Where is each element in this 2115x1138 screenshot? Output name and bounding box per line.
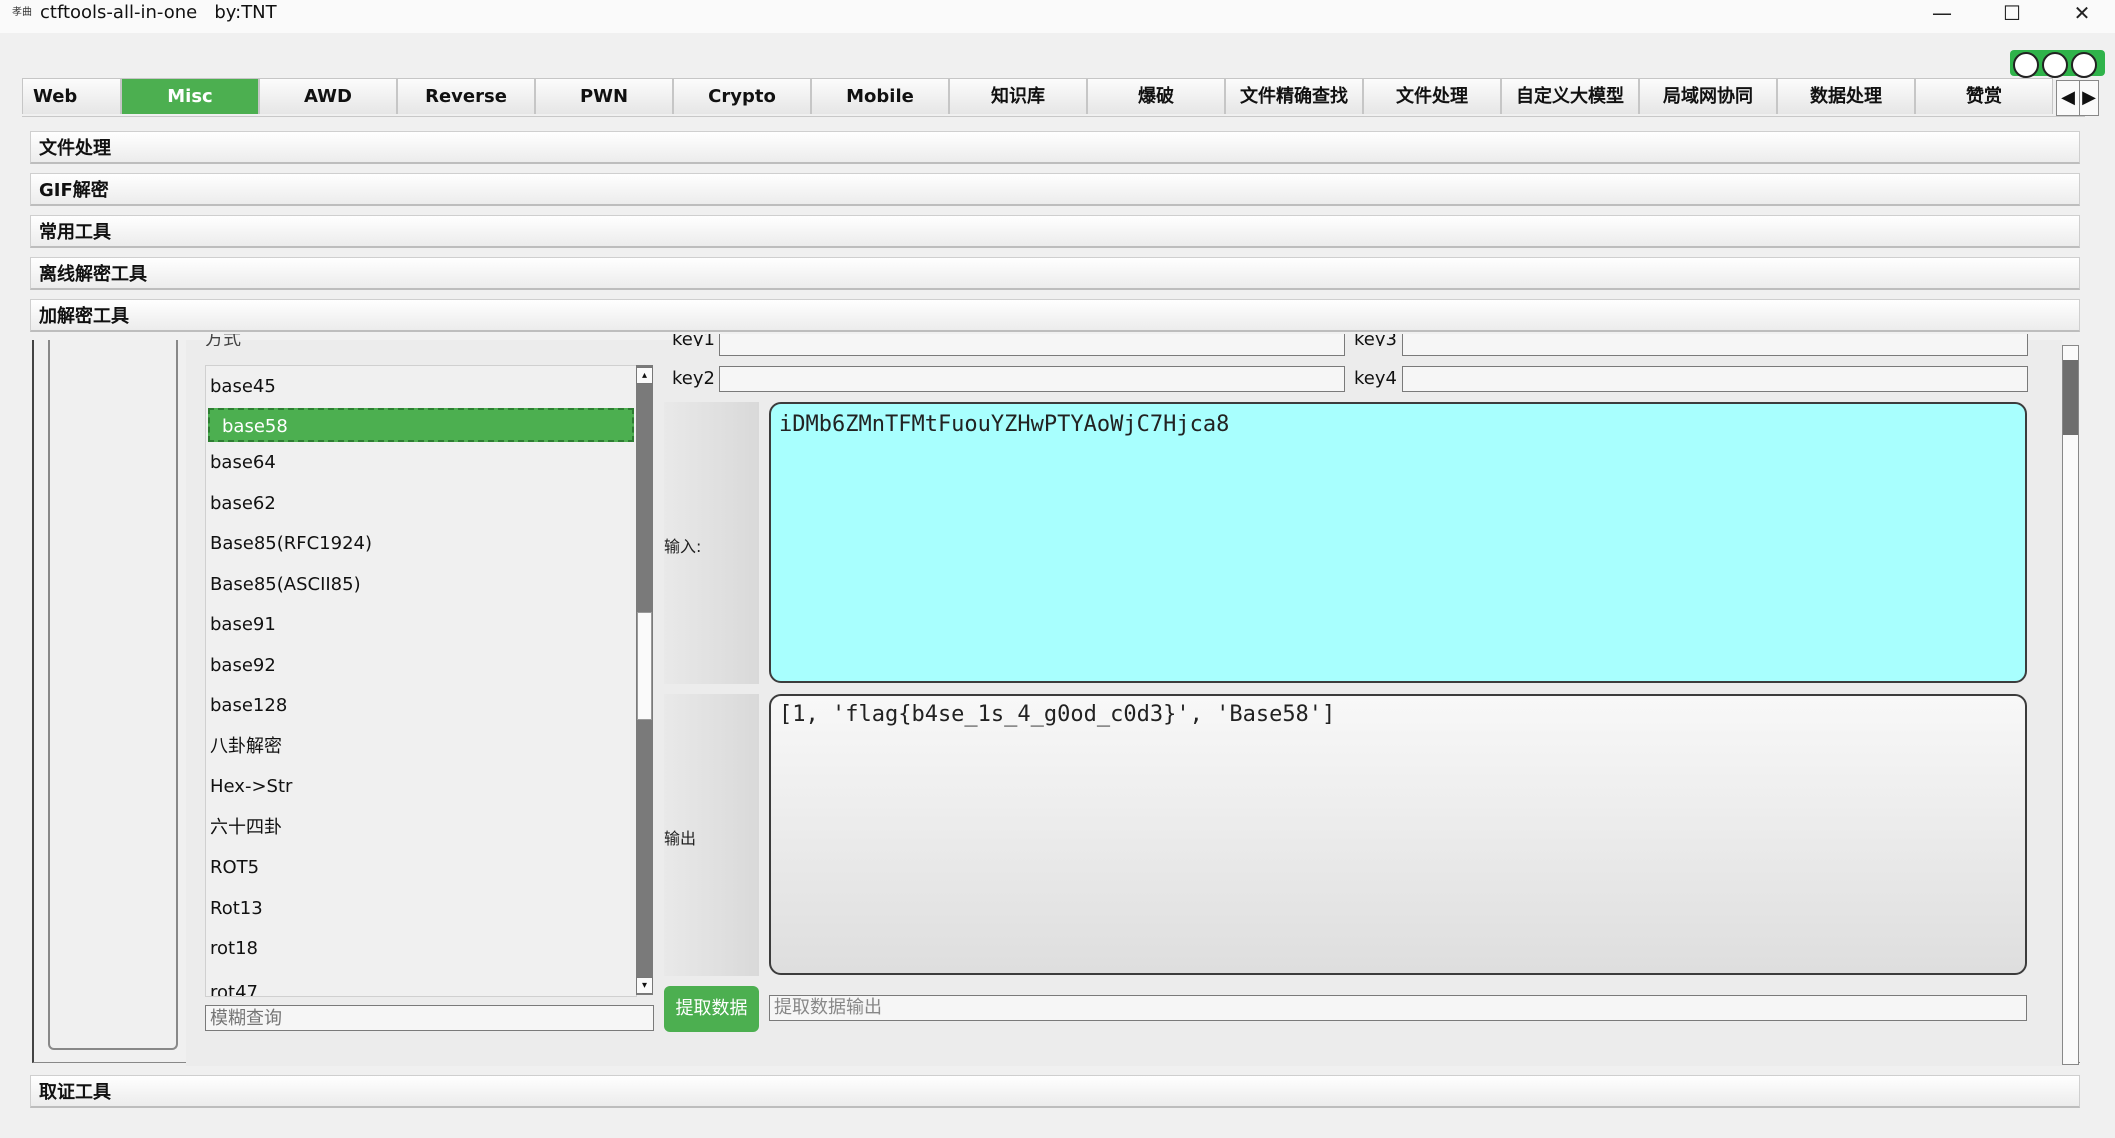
list-item[interactable]: base64 <box>210 446 630 480</box>
tab-data-processing[interactable]: 数据处理 <box>1777 78 1915 114</box>
section-forensics[interactable]: 取证工具 <box>30 1075 2080 1108</box>
fuzzy-search-input[interactable] <box>205 1005 654 1031</box>
key4-label: key4 <box>1354 368 1397 389</box>
key2-label: key2 <box>672 368 715 389</box>
key1-input[interactable] <box>719 334 1345 356</box>
circle-icon[interactable] <box>2013 52 2039 78</box>
list-item[interactable]: base128 <box>210 689 630 723</box>
input-label: 输入: <box>664 537 702 556</box>
tab-custom-llm[interactable]: 自定义大模型 <box>1501 78 1639 114</box>
list-item[interactable]: Base85(ASCII85) <box>210 568 630 602</box>
input-textarea[interactable]: iDMb6ZMnTFMtFuouYZHwPTYAoWjC7Hjca8 <box>769 402 2027 683</box>
list-item[interactable]: 八卦解密 <box>210 730 630 764</box>
list-item[interactable]: rot18 <box>210 932 630 966</box>
section-common-tools[interactable]: 常用工具 <box>30 215 2080 248</box>
tab-file-search[interactable]: 文件精确查找 <box>1225 78 1363 114</box>
method-label: 方式 <box>205 334 241 346</box>
tab-knowledge-base[interactable]: 知识库 <box>949 78 1087 114</box>
key3-input[interactable] <box>1402 334 2028 356</box>
list-item[interactable]: Hex->Str <box>210 770 630 804</box>
section-encrypt-decrypt[interactable]: 加解密工具 <box>30 299 2080 332</box>
tab-lan-collab[interactable]: 局域网协同 <box>1639 78 1777 114</box>
minimize-button[interactable]: — <box>1915 0 1969 26</box>
scroll-up-icon[interactable]: ▴ <box>636 367 653 384</box>
main-tab-bar: Web Misc AWD Reverse PWN Crypto Mobile 知… <box>22 78 2085 117</box>
circle-icon[interactable] <box>2071 52 2097 78</box>
section-offline-decrypt[interactable]: 离线解密工具 <box>30 257 2080 290</box>
title-bar <box>0 0 2115 33</box>
tab-scroll-left-icon[interactable]: ◀ <box>2056 80 2080 116</box>
tab-mobile[interactable]: Mobile <box>811 78 949 114</box>
list-item[interactable]: ROT5 <box>210 851 630 885</box>
app-icon: 孝曲 <box>12 7 32 18</box>
list-item[interactable]: Base85(RFC1924) <box>210 527 630 561</box>
panel-scrollbar[interactable] <box>2062 345 2079 1065</box>
list-item[interactable]: Rot13 <box>210 892 630 926</box>
tab-file-processing[interactable]: 文件处理 <box>1363 78 1501 114</box>
key4-input[interactable] <box>1402 366 2028 392</box>
list-item[interactable]: 六十四卦 <box>210 811 630 845</box>
circle-icon[interactable] <box>2042 52 2068 78</box>
tab-awd[interactable]: AWD <box>259 78 397 114</box>
close-button[interactable]: ✕ <box>2055 0 2109 26</box>
list-item[interactable]: base91 <box>210 608 630 642</box>
scrollbar-thumb[interactable] <box>2063 360 2078 435</box>
list-item[interactable]: base92 <box>210 649 630 683</box>
method-list[interactable]: base45 base58 base64 base62 Base85(RFC19… <box>205 365 637 997</box>
tab-web[interactable]: Web <box>22 78 121 114</box>
left-sidebar-frame <box>48 340 178 1050</box>
list-item[interactable]: base62 <box>210 487 630 521</box>
list-item[interactable]: base45 <box>210 370 630 404</box>
tab-reverse[interactable]: Reverse <box>397 78 535 114</box>
maximize-button[interactable]: ☐ <box>1985 0 2039 26</box>
tab-bruteforce[interactable]: 爆破 <box>1087 78 1225 114</box>
tab-scroll-right-icon[interactable]: ▶ <box>2079 80 2099 116</box>
list-item[interactable]: rot47 <box>210 976 630 996</box>
key2-input[interactable] <box>719 366 1345 392</box>
list-item-selected[interactable]: base58 <box>208 408 634 442</box>
output-textarea[interactable]: [1, 'flag{b4se_1s_4_g0od_c0d3}', 'Base58… <box>769 694 2027 975</box>
tab-pwn[interactable]: PWN <box>535 78 673 114</box>
tab-crypto[interactable]: Crypto <box>673 78 811 114</box>
key1-label: key1 <box>672 334 715 346</box>
extract-data-button[interactable]: 提取数据 <box>664 986 759 1032</box>
section-gif-decrypt[interactable]: GIF解密 <box>30 173 2080 206</box>
output-label: 输出 <box>664 829 697 848</box>
scrollbar-thumb[interactable] <box>637 612 652 720</box>
window-title: ctftools-all-in-one by:TNT <box>40 2 277 23</box>
tab-donate[interactable]: 赞赏 <box>1915 78 2053 114</box>
section-file-processing[interactable]: 文件处理 <box>30 131 2080 164</box>
key3-label: key3 <box>1354 334 1397 346</box>
tab-misc[interactable]: Misc <box>121 78 259 114</box>
extract-output-field[interactable]: 提取数据输出 <box>769 995 2027 1021</box>
scroll-down-icon[interactable]: ▾ <box>636 977 653 994</box>
